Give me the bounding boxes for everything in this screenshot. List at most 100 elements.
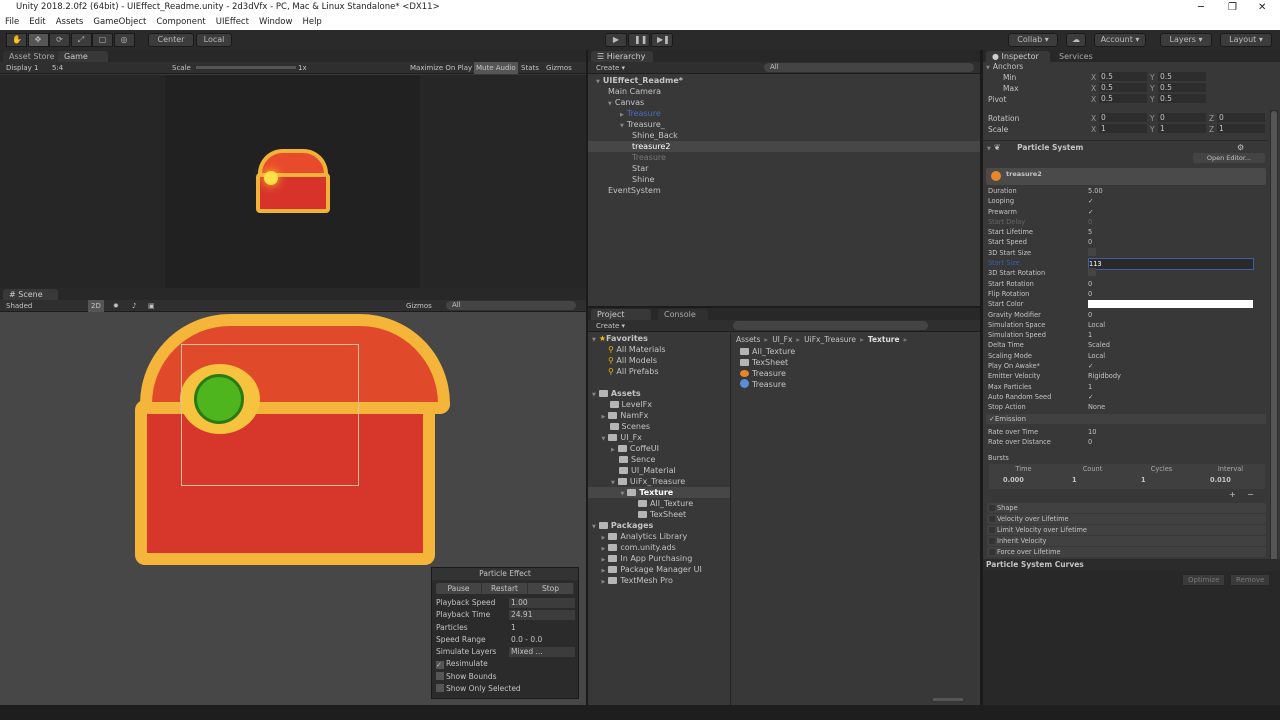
row-value[interactable]: 1.00	[509, 598, 575, 608]
burst-cell[interactable]: 0.000	[989, 474, 1058, 486]
2d-toggle[interactable]: 2D	[88, 300, 104, 312]
scale-slider[interactable]	[196, 66, 296, 69]
cloud-icon[interactable]: ☁	[1066, 33, 1086, 47]
menu-uieffect[interactable]: UIEffect	[216, 15, 249, 30]
x-field[interactable]: 0.5	[1099, 72, 1147, 81]
hierarchy-item[interactable]: Shine	[588, 174, 980, 185]
property-value[interactable]: ✓	[1085, 207, 1268, 217]
checkbox[interactable]: ✓	[1088, 207, 1096, 216]
foldout-arrow-icon[interactable]	[596, 76, 603, 85]
x-field[interactable]: 0.5	[1099, 94, 1147, 104]
hierarchy-create-button[interactable]: Create ▾	[596, 62, 625, 74]
hierarchy-item[interactable]: EventSystem	[588, 185, 980, 196]
property-value[interactable]	[1085, 299, 1268, 309]
restart-button[interactable]: Restart	[482, 583, 528, 594]
display-select[interactable]: Display 1	[6, 62, 38, 74]
icon-size-slider[interactable]	[933, 698, 963, 701]
foldout-arrow-icon[interactable]	[602, 532, 609, 541]
foldout-arrow-icon[interactable]	[611, 444, 618, 453]
property-value[interactable]: ✓	[1085, 196, 1268, 206]
breadcrumb-item[interactable]: UI_Fx	[772, 335, 792, 344]
property-value[interactable]: 0	[1085, 289, 1268, 299]
close-button[interactable]: ✕	[1258, 0, 1266, 15]
project-folder[interactable]: Packages	[588, 520, 730, 531]
maximize-button[interactable]: ❐	[1228, 0, 1237, 15]
foldout-arrow-icon[interactable]	[602, 411, 609, 420]
burst-cell[interactable]: 0.010	[1196, 474, 1265, 486]
checkbox[interactable]	[1088, 268, 1096, 277]
maximize-on-play-toggle[interactable]: Maximize On Play	[410, 62, 472, 74]
y-field[interactable]: 0	[1158, 112, 1206, 122]
property-value[interactable]: Local	[1085, 320, 1268, 330]
x-field[interactable]: 0.5	[1099, 83, 1147, 93]
curves-area[interactable]: Optimize Remove	[983, 571, 1280, 705]
project-folder[interactable]: NamFx	[588, 410, 730, 421]
property-value[interactable]: Local	[1085, 351, 1268, 361]
row-value[interactable]: Mixed ...	[509, 647, 575, 658]
favorite-item[interactable]: ⚲ All Materials	[588, 344, 730, 355]
property-value[interactable]: 0	[1085, 279, 1268, 289]
property-value[interactable]: 0	[1085, 437, 1268, 447]
audio-icon[interactable]: ♪	[132, 300, 136, 312]
project-folder[interactable]: All_Texture	[588, 498, 730, 509]
foldout-arrow-icon[interactable]	[602, 554, 609, 563]
checkbox[interactable]: ✓	[1088, 361, 1096, 370]
project-folder[interactable]: Package Manager UI	[588, 564, 730, 575]
move-tool-icon[interactable]: ✥	[27, 33, 49, 47]
particle-effect-check[interactable]: ✓ Resimulate	[432, 658, 578, 670]
y-field[interactable]: 0.5	[1158, 94, 1206, 104]
hand-tool-icon[interactable]: ✋	[6, 33, 27, 47]
breadcrumb-item[interactable]: Texture	[868, 335, 900, 344]
property-value[interactable]: 5.00	[1085, 186, 1268, 196]
hierarchy-item[interactable]: Treasure	[588, 152, 980, 163]
play-button[interactable]: ▶	[605, 33, 627, 47]
foldout-arrow-icon[interactable]	[592, 521, 599, 530]
property-value[interactable]: 0	[1085, 217, 1268, 227]
property-value[interactable]: 5	[1085, 227, 1268, 237]
property-value[interactable]	[1085, 268, 1268, 278]
checkbox[interactable]: ✓	[1088, 392, 1096, 401]
tab-hierarchy[interactable]: ☰ Hierarchy	[591, 51, 653, 62]
hierarchy-item[interactable]: Canvas	[588, 97, 980, 108]
optimize-button[interactable]: Optimize	[1183, 575, 1225, 585]
remove-button[interactable]: Remove	[1231, 575, 1270, 585]
foldout-arrow-icon[interactable]	[621, 488, 628, 497]
property-value[interactable]: 0	[1085, 237, 1268, 247]
foldout-arrow-icon[interactable]	[602, 433, 609, 442]
particle-system-name-header[interactable]: treasure2	[986, 168, 1266, 185]
tab-project[interactable]: Project	[591, 309, 651, 320]
favorites-header[interactable]: ★Favorites	[588, 333, 730, 344]
module-force-over-lifetime[interactable]: Force over Lifetime	[987, 547, 1266, 557]
project-folder[interactable]: CoffeUI	[588, 443, 730, 454]
account-button[interactable]: Account ▾	[1094, 33, 1146, 47]
z-field[interactable]: 1	[1217, 123, 1265, 133]
collab-button[interactable]: Collab ▾	[1008, 33, 1058, 47]
add-burst-button[interactable]: +	[1229, 490, 1236, 499]
property-value[interactable]: 10	[1085, 427, 1268, 437]
hierarchy-search-input[interactable]: All	[764, 63, 974, 72]
checkbox[interactable]	[436, 684, 444, 693]
project-folder[interactable]: TextMesh Pro	[588, 575, 730, 586]
menu-help[interactable]: Help	[302, 15, 321, 30]
hierarchy-item[interactable]: Main Camera	[588, 86, 980, 97]
aspect-select[interactable]: 5:4	[52, 62, 63, 74]
shading-mode-select[interactable]: Shaded	[6, 300, 32, 312]
checkbox[interactable]: ✓	[1088, 196, 1096, 205]
particle-effect-check[interactable]: Show Only Selected	[432, 683, 578, 695]
property-value[interactable]: 1	[1085, 382, 1268, 392]
menu-edit[interactable]: Edit	[29, 15, 45, 30]
checkbox[interactable]	[1088, 247, 1096, 256]
menu-component[interactable]: Component	[156, 15, 205, 30]
anchors-foldout[interactable]: Anchors	[986, 62, 1023, 71]
tab-game[interactable]: Game	[58, 51, 108, 62]
layers-button[interactable]: Layers ▾	[1160, 33, 1212, 47]
y-field[interactable]: 0.5	[1158, 83, 1206, 93]
asset-item[interactable]: Treasure	[740, 368, 795, 379]
property-value[interactable]: None	[1085, 402, 1268, 412]
transform-tool-icon[interactable]: ◎	[113, 33, 135, 47]
module-inherit-velocity[interactable]: Inherit Velocity	[987, 536, 1266, 546]
rect-tool-icon[interactable]: ▢	[92, 33, 113, 47]
project-folder[interactable]: LevelFx	[588, 399, 730, 410]
scale-tool-icon[interactable]: ⤢	[70, 33, 92, 47]
property-value[interactable]: ✓	[1085, 361, 1268, 371]
